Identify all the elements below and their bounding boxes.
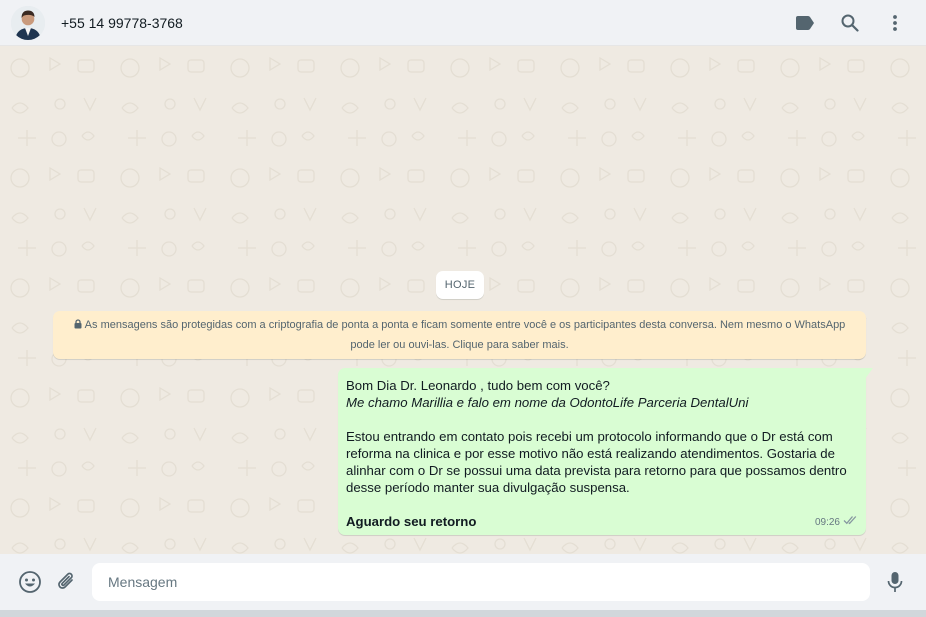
compose-bar: Mensagem — [0, 554, 926, 610]
message-greeting: Bom Dia Dr. Leonardo , tudo bem com você… — [346, 378, 610, 393]
header-actions — [793, 0, 926, 45]
encryption-notice-line2: pode ler ou ouvi-las. Clique para saber … — [350, 339, 569, 351]
message-closing: Aguardo seu retorno — [346, 514, 477, 529]
conversation-panel[interactable]: HOJE As mensagens são protegidas com a c… — [0, 46, 926, 554]
label-icon[interactable] — [793, 11, 817, 35]
message-body: Estou entrando em contato pois recebi um… — [346, 429, 847, 495]
date-separator: HOJE — [436, 271, 484, 299]
double-check-icon — [840, 514, 858, 531]
lock-icon — [74, 317, 82, 336]
outgoing-message-bubble[interactable]: Bom Dia Dr. Leonardo , tudo bem com você… — [338, 368, 873, 535]
chat-header: +55 14 99778-3768 — [0, 0, 926, 46]
message-input-placeholder: Mensagem — [108, 574, 178, 590]
message-input[interactable]: Mensagem — [92, 563, 870, 601]
attach-icon[interactable] — [54, 569, 80, 595]
message-meta: 09:26 — [815, 514, 858, 531]
encryption-notice[interactable]: As mensagens são protegidas com a cripto… — [53, 311, 866, 359]
emoji-icon[interactable] — [17, 569, 43, 595]
message-time: 09:26 — [814, 517, 840, 528]
menu-icon[interactable] — [883, 11, 907, 35]
bubble-tail — [865, 368, 873, 379]
search-icon[interactable] — [838, 11, 862, 35]
contact-name[interactable]: +55 14 99778-3768 — [61, 15, 183, 31]
window-bottom-edge — [0, 610, 926, 617]
message-intro: Me chamo Marillia e falo em nome da Odon… — [346, 395, 749, 410]
mic-icon[interactable] — [882, 569, 908, 595]
contact-avatar[interactable] — [11, 5, 45, 40]
encryption-notice-line1: As mensagens são protegidas com a cripto… — [84, 319, 846, 331]
